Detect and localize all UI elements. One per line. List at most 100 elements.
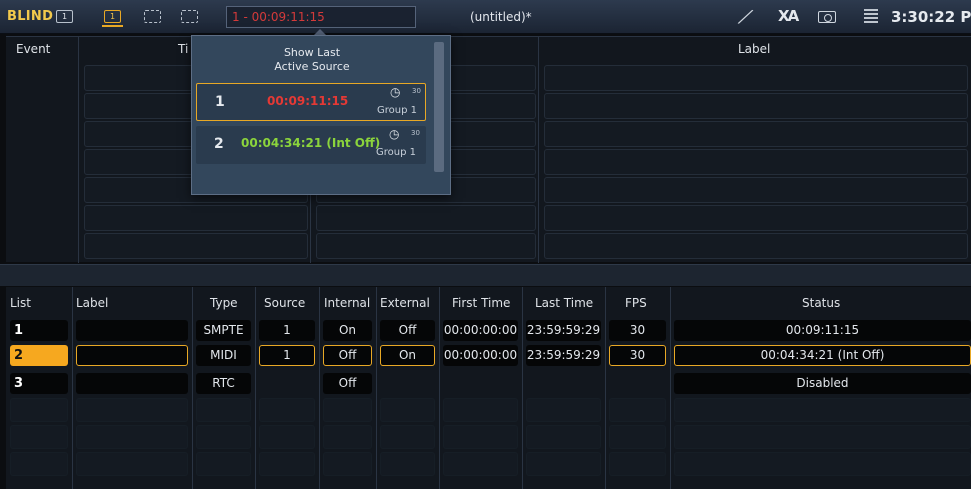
internal-cell[interactable]: Off — [323, 345, 372, 366]
empty-cell[interactable] — [380, 398, 435, 422]
empty-cell[interactable] — [380, 425, 435, 449]
empty-cell[interactable] — [380, 452, 435, 476]
popup-source-row[interactable]: 1 00:09:11:15 ◷ 30 Group 1 — [196, 83, 426, 121]
event-label-cell[interactable] — [544, 233, 968, 259]
event-label-cell[interactable] — [544, 205, 968, 231]
empty-cell[interactable] — [10, 452, 68, 476]
popup-title-line1: Show Last — [283, 46, 341, 59]
internal-cell[interactable]: Off — [323, 373, 372, 394]
popup-scrollbar[interactable] — [434, 42, 444, 172]
event-label-cell[interactable] — [544, 121, 968, 147]
empty-cell[interactable] — [196, 452, 251, 476]
list-number-cell[interactable]: 2 — [10, 345, 68, 366]
label-header: Label — [738, 42, 771, 56]
fps-cell[interactable]: 30 — [609, 320, 666, 341]
label-cell[interactable] — [76, 320, 188, 341]
empty-cell[interactable] — [674, 452, 971, 476]
empty-cell[interactable] — [674, 425, 971, 449]
empty-cell[interactable] — [323, 452, 372, 476]
type-cell[interactable]: MIDI — [196, 345, 251, 366]
event-cell[interactable] — [316, 233, 536, 259]
label-cell[interactable] — [76, 345, 188, 366]
label-cell[interactable] — [76, 373, 188, 394]
wand-icon[interactable]: ╱ — [738, 7, 753, 27]
camera-icon[interactable] — [818, 11, 836, 23]
column-separator — [439, 287, 440, 489]
last-time-cell[interactable]: 23:59:59:29 — [526, 345, 601, 366]
screen-1-icon[interactable]: 1 — [56, 10, 73, 23]
source-timecode: 00:09:11:15 — [267, 94, 349, 108]
empty-cell[interactable] — [443, 425, 518, 449]
type-cell[interactable]: SMPTE — [196, 320, 251, 341]
list-number-cell[interactable]: 1 — [10, 320, 68, 341]
timecode-display[interactable]: 1 - 00:09:11:15 — [226, 6, 416, 28]
column-separator — [192, 287, 193, 489]
pane-divider[interactable] — [0, 264, 971, 286]
source-number: 1 — [215, 94, 225, 110]
empty-cell[interactable] — [609, 425, 666, 449]
column-separator — [605, 287, 606, 489]
empty-cell[interactable] — [76, 425, 188, 449]
header-first-time[interactable]: First Time — [452, 296, 510, 310]
empty-cell[interactable] — [10, 398, 68, 422]
empty-cell[interactable] — [526, 452, 601, 476]
empty-cell[interactable] — [674, 398, 971, 422]
event-column — [6, 37, 79, 263]
first-time-cell[interactable]: 00:00:00:00 — [443, 345, 518, 366]
fps-cell[interactable]: 30 — [609, 345, 666, 366]
event-label-cell[interactable] — [544, 177, 968, 203]
last-time-cell[interactable]: 23:59:59:29 — [526, 320, 601, 341]
event-label-cell[interactable] — [544, 93, 968, 119]
first-time-cell[interactable]: 00:00:00:00 — [443, 320, 518, 341]
internal-cell[interactable]: On — [323, 320, 372, 341]
empty-cell[interactable] — [323, 425, 372, 449]
empty-cell[interactable] — [196, 398, 251, 422]
empty-cell[interactable] — [10, 425, 68, 449]
header-last-time[interactable]: Last Time — [535, 296, 593, 310]
empty-cell[interactable] — [259, 425, 315, 449]
empty-cell[interactable] — [323, 398, 372, 422]
type-cell[interactable]: RTC — [196, 373, 251, 394]
empty-cell[interactable] — [76, 398, 188, 422]
popup-header: Show Last Active Source — [192, 46, 432, 74]
event-label-cell[interactable] — [544, 65, 968, 91]
empty-cell[interactable] — [609, 452, 666, 476]
empty-cell[interactable] — [196, 425, 251, 449]
source-cell[interactable]: 1 — [259, 320, 315, 341]
empty-cell[interactable] — [259, 452, 315, 476]
column-separator — [376, 287, 377, 489]
header-fps[interactable]: FPS — [625, 296, 647, 310]
empty-cell[interactable] — [259, 398, 315, 422]
blind-mode-indicator[interactable]: BLIND — [7, 9, 53, 24]
event-cell[interactable] — [316, 205, 536, 231]
empty-cell[interactable] — [443, 398, 518, 422]
empty-cell[interactable] — [443, 452, 518, 476]
header-source[interactable]: Source — [264, 296, 305, 310]
event-label-cell[interactable] — [544, 149, 968, 175]
clock: 3:30:22 PM — [891, 8, 971, 26]
header-label[interactable]: Label — [76, 296, 108, 310]
grid-icon[interactable] — [864, 9, 878, 24]
header-external[interactable]: External — [380, 296, 430, 310]
source-cell[interactable]: 1 — [259, 345, 315, 366]
header-internal[interactable]: Internal — [324, 296, 370, 310]
popup-source-row[interactable]: 2 00:04:34:21 (Int Off) ◷ 30 Group 1 — [196, 126, 426, 164]
xa-logo-icon[interactable]: XA — [778, 7, 799, 25]
event-cell[interactable] — [84, 205, 308, 231]
list-number-cell[interactable]: 3 — [10, 373, 68, 394]
external-cell[interactable]: Off — [380, 320, 435, 341]
event-cell[interactable] — [84, 233, 308, 259]
screen-dashed-icon[interactable] — [144, 10, 161, 23]
empty-cell[interactable] — [526, 398, 601, 422]
screen-empty-icon[interactable] — [181, 10, 198, 23]
external-cell[interactable]: On — [380, 345, 435, 366]
empty-cell[interactable] — [76, 452, 188, 476]
empty-cell[interactable] — [609, 398, 666, 422]
header-status[interactable]: Status — [802, 296, 840, 310]
header-type[interactable]: Type — [210, 296, 238, 310]
header-list[interactable]: List — [10, 296, 31, 310]
empty-cell[interactable] — [526, 425, 601, 449]
time-header: Ti — [178, 42, 189, 56]
screen-1-active-icon[interactable]: 1 — [102, 10, 123, 27]
column-separator — [72, 287, 73, 489]
